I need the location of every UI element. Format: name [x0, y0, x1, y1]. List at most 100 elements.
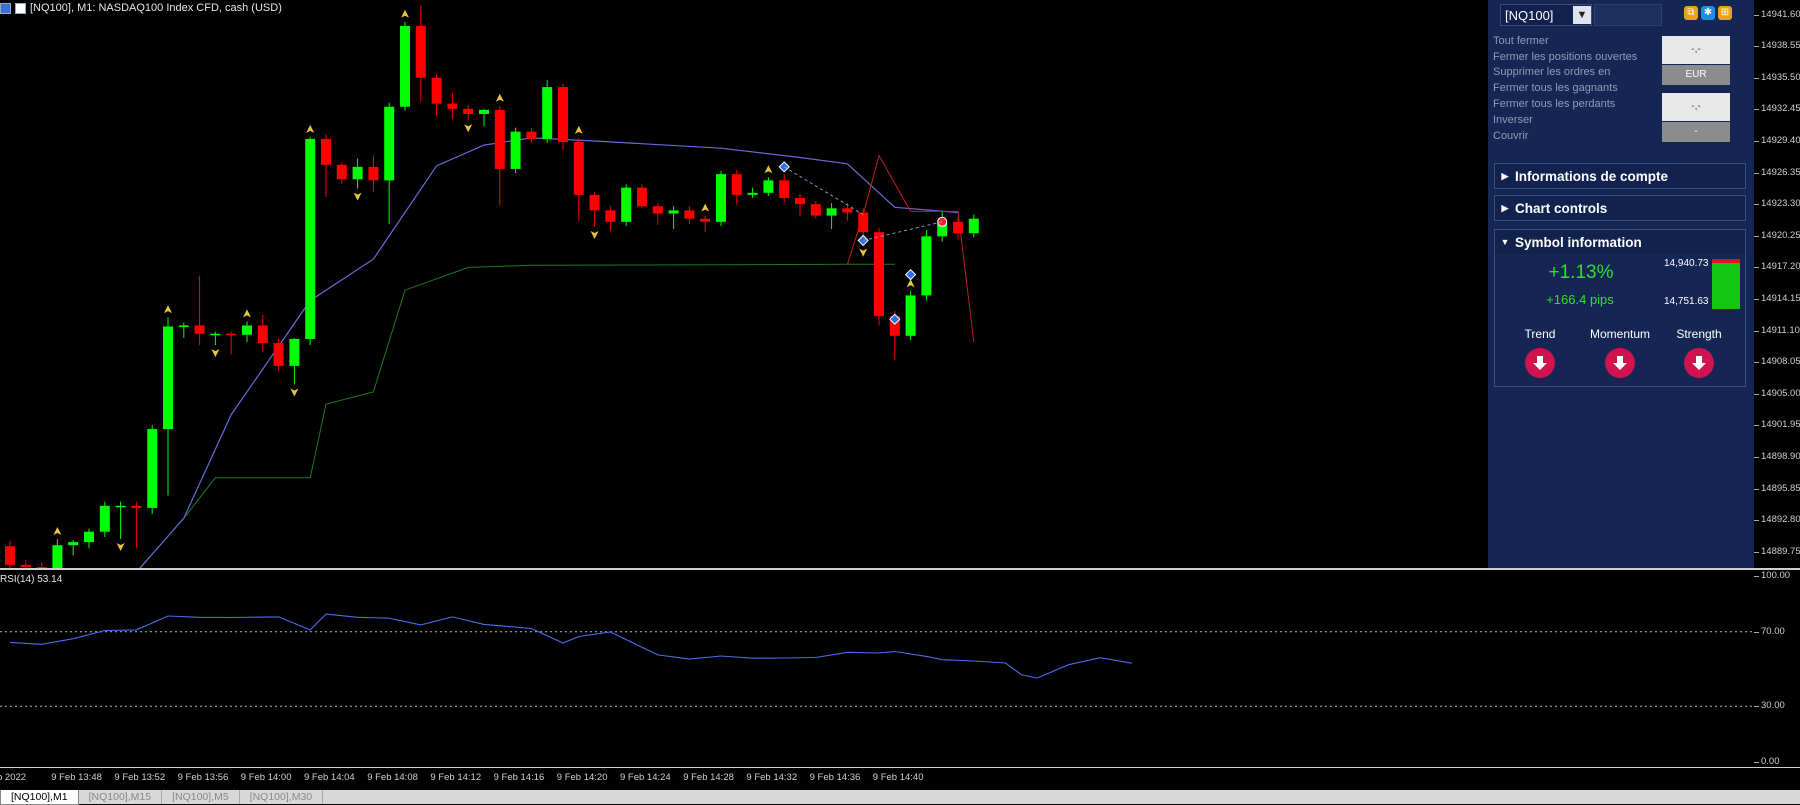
candle-body[interactable]	[731, 174, 742, 195]
menu-close-losers[interactable]: Fermer tous les perdants	[1493, 98, 1615, 110]
candle-body[interactable]	[479, 109, 489, 115]
candle-body[interactable]	[668, 210, 679, 214]
candle-body[interactable]	[700, 218, 711, 222]
candle-body[interactable]	[5, 546, 15, 565]
symbol-select[interactable]: [NQ100] ▼	[1500, 4, 1592, 26]
candle-body[interactable]	[52, 545, 63, 568]
candle-body[interactable]	[368, 166, 379, 181]
candle-body[interactable]	[494, 109, 505, 169]
candle-body[interactable]	[779, 180, 790, 198]
menu-delete-orders[interactable]: Supprimer les ordres en	[1493, 66, 1610, 78]
ma-green-line	[139, 263, 895, 568]
candle-body[interactable]	[526, 131, 537, 139]
daily-high: 14,940.73	[1664, 258, 1709, 269]
candle-body[interactable]	[289, 338, 300, 366]
candle-body[interactable]	[257, 325, 268, 344]
daily-low: 14,751.63	[1664, 296, 1709, 307]
menu-hedge[interactable]: Couvrir	[1493, 130, 1528, 142]
tab-nq100-m15[interactable]: [NQ100],M15	[79, 790, 163, 804]
candle-body[interactable]	[637, 187, 647, 207]
buy-button[interactable]: -,-	[1662, 93, 1730, 121]
candle-body[interactable]	[810, 204, 821, 216]
candle-body[interactable]	[163, 326, 173, 430]
candle-body[interactable]	[226, 333, 237, 336]
candle-body[interactable]	[447, 103, 458, 109]
candle-body[interactable]	[510, 131, 521, 169]
chart-type-icon[interactable]	[15, 2, 26, 14]
rsi-chart[interactable]	[0, 570, 1754, 770]
candle-body[interactable]	[352, 166, 363, 180]
expand-icon[interactable]: ⊞	[1718, 6, 1732, 20]
candle-body[interactable]	[400, 25, 410, 107]
candle-body[interactable]	[763, 180, 774, 193]
candle-body[interactable]	[305, 138, 316, 339]
candle-body[interactable]	[826, 208, 837, 216]
fractal-down-icon	[464, 124, 473, 133]
candle-body[interactable]	[84, 531, 94, 543]
rsi-tick-label: 70.00	[1761, 625, 1785, 637]
sell-button[interactable]: -,-	[1662, 36, 1730, 64]
menu-close-open-positions[interactable]: Fermer les positions ouvertes	[1493, 51, 1637, 63]
candle-body[interactable]	[605, 210, 616, 222]
candle-body[interactable]	[874, 232, 884, 317]
copy-icon[interactable]: ⧉	[1684, 6, 1698, 20]
candle-body[interactable]	[321, 138, 331, 165]
candle-body[interactable]	[968, 218, 979, 234]
candle-body[interactable]	[621, 187, 632, 222]
chevron-down-icon[interactable]: ▼	[1573, 6, 1591, 24]
candle-body[interactable]	[194, 325, 205, 334]
strength-label: Strength	[1676, 327, 1722, 341]
candle-body[interactable]	[921, 236, 932, 296]
chart-window-icon[interactable]	[0, 2, 11, 14]
candle-body[interactable]	[147, 429, 158, 508]
price-tick-label: 14895.85	[1761, 482, 1800, 494]
candle-body[interactable]	[273, 343, 284, 366]
symbol-select-value: [NQ100]	[1505, 7, 1554, 23]
candle-body[interactable]	[716, 174, 726, 222]
candle-body[interactable]	[684, 210, 695, 219]
candle-body[interactable]	[953, 221, 963, 234]
tab-nq100-m30[interactable]: [NQ100],M30	[240, 790, 324, 804]
candle-body[interactable]	[336, 164, 347, 180]
trade-marker-icon[interactable]	[904, 269, 917, 281]
section-chart-controls[interactable]: ▶ Chart controls	[1494, 195, 1746, 221]
position-marker-icon[interactable]	[937, 216, 948, 227]
candle-body[interactable]	[858, 212, 869, 233]
candle-body[interactable]	[99, 505, 110, 532]
candle-body[interactable]	[131, 505, 142, 508]
fractal-down-icon	[290, 388, 299, 397]
settings-icon[interactable]: ✱	[1701, 6, 1715, 20]
time-tick-label: 9 Feb 14:16	[493, 772, 545, 783]
candle-body[interactable]	[747, 192, 758, 195]
candle-body[interactable]	[842, 208, 853, 213]
candle-body[interactable]	[558, 87, 568, 142]
menu-close-winners[interactable]: Fermer tous les gagnants	[1493, 82, 1618, 94]
candle-body[interactable]	[384, 106, 395, 181]
price-tick	[1754, 299, 1759, 301]
candle-body[interactable]	[463, 108, 474, 115]
candle-body[interactable]	[20, 564, 31, 567]
menu-close-all[interactable]: Tout fermer	[1493, 35, 1549, 47]
tab-nq100-m1[interactable]: [NQ100],M1	[0, 790, 79, 805]
candle-body[interactable]	[242, 325, 252, 335]
candle-body[interactable]	[542, 87, 553, 139]
lot-size-input[interactable]	[1594, 4, 1662, 26]
candle-body[interactable]	[652, 206, 663, 214]
candle-body[interactable]	[115, 505, 126, 508]
tab-nq100-m5[interactable]: [NQ100],M5	[162, 790, 240, 804]
candle-body[interactable]	[589, 194, 600, 211]
candle-body[interactable]	[431, 77, 442, 104]
time-tick-label: 9 Feb 14:20	[556, 772, 608, 783]
candle-body[interactable]	[415, 25, 426, 78]
candle-body[interactable]	[573, 142, 584, 195]
candle-body[interactable]	[795, 197, 805, 205]
section-symbol-info[interactable]: ▼ Symbol information	[1494, 229, 1746, 255]
spread-button[interactable]: -	[1662, 122, 1730, 142]
candle-body[interactable]	[178, 325, 189, 327]
menu-reverse[interactable]: Inverser	[1493, 114, 1533, 126]
candle-body[interactable]	[210, 333, 221, 336]
candle-body[interactable]	[905, 295, 916, 336]
section-account-info[interactable]: ▶ Informations de compte	[1494, 163, 1746, 189]
candle-body[interactable]	[68, 542, 79, 546]
currency-button[interactable]: EUR	[1662, 65, 1730, 85]
